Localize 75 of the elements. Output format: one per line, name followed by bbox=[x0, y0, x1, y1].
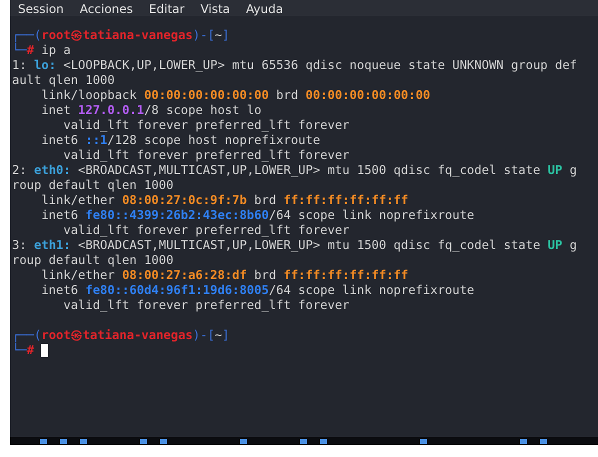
terminal-text: ip a bbox=[40, 43, 71, 58]
prompt-frame: )-[ bbox=[192, 328, 215, 343]
terminal-text: /8 scope host lo bbox=[144, 103, 262, 118]
mac-address: ff:ff:ff:ff:ff:ff bbox=[284, 268, 408, 283]
terminal-text: <LOOPBACK,UP,LOWER_UP> mtu 65536 qdisc noqueue state UNKNOWN group def bbox=[62, 58, 577, 73]
prompt-user: root㉿tatiana-vanegas bbox=[41, 28, 193, 43]
panel-icon[interactable] bbox=[520, 439, 527, 444]
terminal-text: brd bbox=[253, 193, 278, 208]
terminal-text: roup default qlen 1000 bbox=[12, 253, 174, 268]
menu-item[interactable]: Editar bbox=[148, 3, 184, 16]
terminal-text: /64 scope link noprefixroute bbox=[268, 283, 474, 298]
terminal-text: <BROADCAST,MULTICAST,UP,LOWER_UP> mtu 1500 qdisc fq_codel state bbox=[77, 163, 542, 178]
prompt-frame: └─ bbox=[12, 343, 27, 358]
terminal-text: inet6 bbox=[40, 283, 80, 298]
state-up: UP bbox=[548, 163, 562, 178]
mac-address: 00:00:00:00:00:00 bbox=[306, 88, 430, 103]
terminal-text: 2: bbox=[12, 163, 28, 178]
terminal-text: 1: bbox=[12, 58, 28, 73]
terminal-text: g bbox=[568, 163, 578, 178]
prompt-frame: ] bbox=[222, 328, 230, 343]
prompt-user: # bbox=[26, 43, 34, 58]
terminal-text: <BROADCAST,MULTICAST,UP,LOWER_UP> mtu 1500 qdisc fq_codel state bbox=[77, 238, 542, 253]
terminal-text: link/loopback bbox=[40, 88, 138, 103]
ipv6-address: fe80::60d4:96f1:19d6:8005 bbox=[85, 283, 269, 298]
terminal-text: valid_lft forever preferred_lft forever bbox=[62, 298, 350, 313]
terminal-text: valid_lft forever preferred_lft forever bbox=[62, 148, 350, 163]
menu-item[interactable]: Vista bbox=[200, 3, 230, 16]
panel-icon[interactable] bbox=[60, 439, 67, 444]
mac-address: 08:00:27:0c:9f:7b bbox=[122, 193, 247, 208]
terminal-text: ault qlen 1000 bbox=[12, 73, 115, 88]
prompt-frame: ┌──( bbox=[12, 28, 42, 43]
terminal-text: /128 scope host noprefixroute bbox=[107, 133, 320, 148]
panel-icon[interactable] bbox=[40, 439, 47, 444]
prompt-frame: )-[ bbox=[192, 28, 215, 43]
mac-address: ff:ff:ff:ff:ff:ff bbox=[284, 193, 408, 208]
panel-icon[interactable] bbox=[540, 439, 547, 444]
mac-address: 00:00:00:00:00:00 bbox=[144, 88, 269, 103]
terminal-text: roup default qlen 1000 bbox=[12, 178, 174, 193]
panel-icon[interactable] bbox=[140, 439, 147, 444]
terminal-text: ~ bbox=[214, 28, 222, 43]
interface-name: eth1: bbox=[34, 238, 71, 253]
prompt-frame: ] bbox=[222, 28, 230, 43]
menu-item[interactable]: Acciones bbox=[80, 3, 133, 16]
prompt-frame: └─ bbox=[12, 43, 27, 58]
menu-item[interactable]: Session bbox=[18, 3, 64, 16]
terminal-text: inet6 bbox=[40, 208, 80, 223]
terminal-text: brd bbox=[253, 268, 278, 283]
ipv4-address: 127.0.0.1 bbox=[78, 103, 144, 118]
terminal-text: inet bbox=[40, 103, 72, 118]
terminal-text: link/ether bbox=[40, 193, 116, 208]
terminal-text: brd bbox=[275, 88, 300, 103]
prompt-user: root㉿tatiana-vanegas bbox=[41, 328, 193, 343]
mac-address: 08:00:27:a6:28:df bbox=[122, 268, 247, 283]
panel-icon[interactable] bbox=[240, 439, 247, 444]
interface-name: eth0: bbox=[34, 163, 71, 178]
panel-icon[interactable] bbox=[80, 439, 87, 444]
panel-icon[interactable] bbox=[160, 439, 167, 444]
ipv6-address: fe80::4399:26b2:43ec:8b60 bbox=[85, 208, 269, 223]
terminal-text: valid_lft forever preferred_lft forever bbox=[62, 223, 350, 238]
panel-icon[interactable] bbox=[320, 439, 327, 444]
panel-icon[interactable] bbox=[300, 439, 307, 444]
terminal-text: link/ether bbox=[40, 268, 116, 283]
interface-name: lo: bbox=[34, 58, 56, 73]
state-up: UP bbox=[548, 238, 562, 253]
terminal-text: inet6 bbox=[40, 133, 80, 148]
terminal-text: /64 scope link noprefixroute bbox=[268, 208, 474, 223]
prompt-frame: ┌──( bbox=[12, 328, 42, 343]
terminal-text: 3: bbox=[12, 238, 28, 253]
menu-item[interactable]: Ayuda bbox=[246, 3, 284, 16]
terminal-text: valid_lft forever preferred_lft forever bbox=[62, 118, 350, 133]
prompt-user: # bbox=[26, 343, 34, 358]
ipv6-address: ::1 bbox=[85, 133, 108, 148]
terminal-text: ~ bbox=[214, 328, 222, 343]
panel-icon[interactable] bbox=[420, 439, 427, 444]
terminal-text: g bbox=[568, 238, 578, 253]
